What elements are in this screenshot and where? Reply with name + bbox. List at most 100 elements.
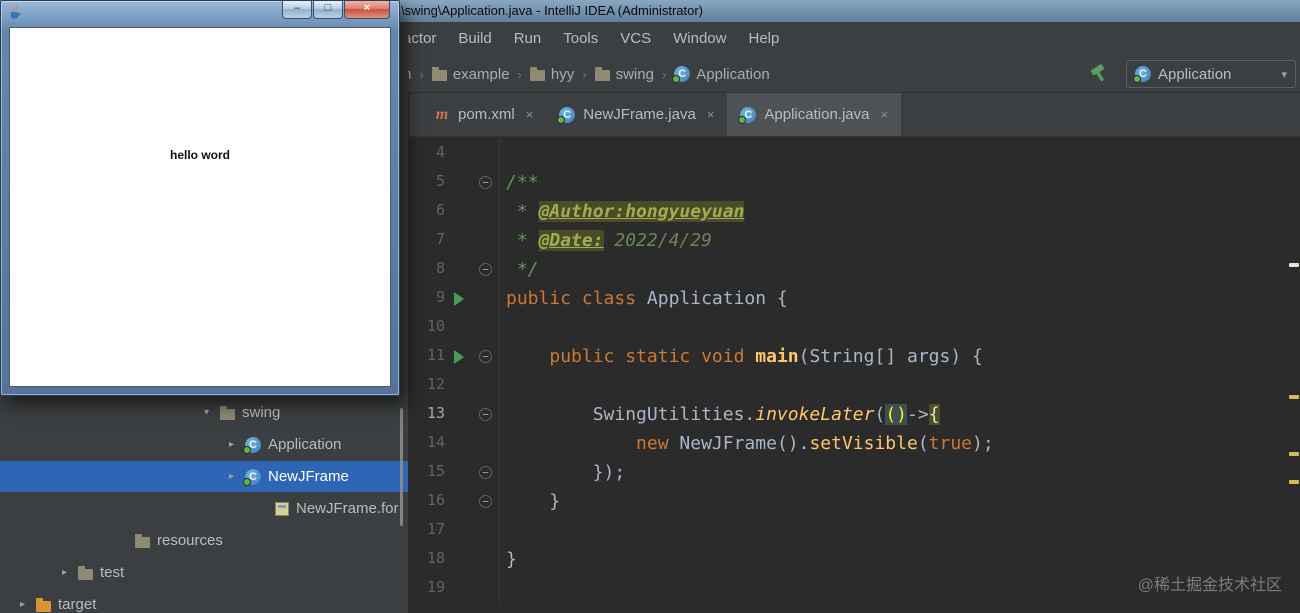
fold-icon[interactable]: − (479, 176, 492, 189)
line-number: 17 (426, 520, 445, 538)
tree-expand-arrow[interactable]: ▸ (225, 439, 238, 450)
editor-gutter: 12 (409, 371, 500, 400)
breadcrumb-separator: › (517, 66, 522, 82)
menu-item-tools[interactable]: Tools (552, 25, 609, 52)
breadcrumb-label: Application (696, 65, 770, 83)
menu-item-vcs[interactable]: VCS (609, 25, 662, 52)
editor-line-9[interactable]: 9 public class Application { (409, 284, 1300, 313)
tree-item-resources[interactable]: resources (0, 525, 408, 556)
run-configuration-label: Application (1158, 65, 1232, 83)
hello-label: hello word (170, 148, 230, 162)
editor-line-15[interactable]: 15 − }); (409, 458, 1300, 487)
tree-item-newjframe-for[interactable]: NewJFrame.for (0, 493, 408, 524)
folder-icon (135, 533, 150, 548)
breadcrumb-swing[interactable]: swing (594, 66, 654, 83)
editor-gutter: 14 (409, 429, 500, 458)
tree-label: NewJFrame.for (296, 500, 399, 517)
tree-item-newjframe[interactable]: ▸ C NewJFrame (0, 461, 408, 492)
editor-line-8[interactable]: 8− */ (409, 255, 1300, 284)
editor-line-13[interactable]: 13 − SwingUtilities.invokeLater(()->{ (409, 400, 1300, 429)
fold-icon[interactable]: − (479, 495, 492, 508)
breadcrumb-example[interactable]: example (431, 66, 510, 83)
fold-icon[interactable]: − (479, 350, 492, 363)
editor-line-7[interactable]: 7 * @Date: 2022/4/29 (409, 226, 1300, 255)
maximize-button[interactable]: □ (313, 1, 343, 19)
menu-item-window[interactable]: Window (662, 25, 737, 52)
error-stripe-mark[interactable] (1289, 263, 1299, 267)
editor-gutter: 15 − (409, 458, 500, 487)
editor-line-10[interactable]: 10 (409, 313, 1300, 342)
code-token: @Date: (538, 230, 604, 251)
error-stripe-mark[interactable] (1289, 395, 1299, 399)
tree-item-test[interactable]: ▸ test (0, 557, 408, 588)
editor-line-12[interactable]: 12 (409, 371, 1300, 400)
tree-expand-arrow[interactable]: ▸ (58, 567, 71, 578)
editor-line-16[interactable]: 16 − } (409, 487, 1300, 516)
editor-line-5[interactable]: 5−/** (409, 168, 1300, 197)
breadcrumb: m›example›hyy›swing›CApplication (399, 55, 770, 93)
editor-line-4[interactable]: 4 (409, 139, 1300, 168)
minimize-button[interactable]: – (282, 1, 312, 19)
editor-gutter: 16 − (409, 487, 500, 516)
code-text: * @Author:hongyueyuan (500, 201, 745, 222)
editor-gutter: 11 − (409, 342, 500, 371)
editor-line-14[interactable]: 14 new NewJFrame().setVisible(true); (409, 429, 1300, 458)
project-scrollbar[interactable] (400, 408, 403, 526)
tree-expand-arrow[interactable]: ▸ (225, 471, 238, 482)
tree-label: target (58, 596, 97, 613)
editor-line-17[interactable]: 17 (409, 516, 1300, 545)
tab-close-icon[interactable]: × (880, 107, 888, 122)
close-button[interactable]: × (344, 1, 390, 19)
error-stripe-mark[interactable] (1289, 480, 1299, 484)
breadcrumb-hyy[interactable]: hyy (529, 66, 574, 83)
editor-gutter: 19 (409, 574, 500, 603)
tree-collapse-arrow[interactable]: ▾ (200, 407, 213, 418)
breadcrumb-application[interactable]: C Application (672, 65, 770, 83)
code-token: ( (917, 433, 929, 454)
tab-application.java[interactable]: C Application.java × (727, 93, 902, 136)
error-stripe-mark[interactable] (1289, 452, 1299, 456)
menu-item-help[interactable]: Help (737, 25, 790, 52)
screen: \swing\Application.java - IntelliJ IDEA … (0, 0, 1300, 613)
run-configuration-select[interactable]: C Application ▾ (1126, 60, 1296, 88)
menu-item-build[interactable]: Build (447, 25, 502, 52)
folder-icon (431, 67, 447, 81)
code-token: Application { (646, 288, 788, 309)
editor-gutter: 6 (409, 197, 500, 226)
editor-line-11[interactable]: 11 − public static void main(String[] arg… (409, 342, 1300, 371)
breadcrumb-separator: › (419, 66, 424, 82)
build-hammer-icon[interactable] (1088, 63, 1110, 85)
editor-line-18[interactable]: 18} (409, 545, 1300, 574)
swing-content-pane: hello word (9, 27, 391, 387)
line-number: 4 (435, 143, 445, 161)
tree-item-application[interactable]: ▸ C Application (0, 429, 408, 460)
code-text: public static void main(String[] args) { (500, 346, 983, 367)
tree-item-swing[interactable]: ▾ swing (0, 397, 408, 428)
editor-line-6[interactable]: 6 * @Author:hongyueyuan (409, 197, 1300, 226)
tab-pom.xml[interactable]: m pom.xml × (421, 93, 546, 136)
code-token: (String[] args) { (798, 346, 983, 367)
code-text: * @Date: 2022/4/29 (500, 230, 712, 251)
tree-expand-arrow[interactable]: ▸ (16, 599, 29, 610)
tab-close-icon[interactable]: × (707, 107, 715, 122)
java-coffee-icon (10, 6, 21, 19)
code-token: () (885, 404, 907, 425)
tab-close-icon[interactable]: × (526, 107, 534, 122)
line-number: 14 (426, 433, 445, 451)
run-gutter-icon[interactable] (454, 292, 464, 306)
run-gutter-icon[interactable] (454, 350, 464, 364)
line-number: 6 (435, 201, 445, 219)
swing-app-window[interactable]: – □ × hello word (0, 0, 400, 396)
menu-item-run[interactable]: Run (503, 25, 553, 52)
code-editor[interactable]: 4 5−/** 6 * @Author:hongyueyuan 7 * @Date: … (408, 137, 1300, 613)
tree-item-target[interactable]: ▸ target (0, 589, 408, 613)
line-number: 7 (435, 230, 445, 248)
fold-icon[interactable]: − (479, 263, 492, 276)
fold-icon[interactable]: − (479, 466, 492, 479)
tab-newjframe.java[interactable]: C NewJFrame.java × (546, 93, 727, 136)
code-token: 2022/4/29 (603, 230, 712, 251)
class-icon: C (1133, 66, 1151, 83)
tree-label: NewJFrame (268, 468, 349, 485)
fold-icon[interactable]: − (479, 408, 492, 421)
line-number: 19 (426, 578, 445, 596)
